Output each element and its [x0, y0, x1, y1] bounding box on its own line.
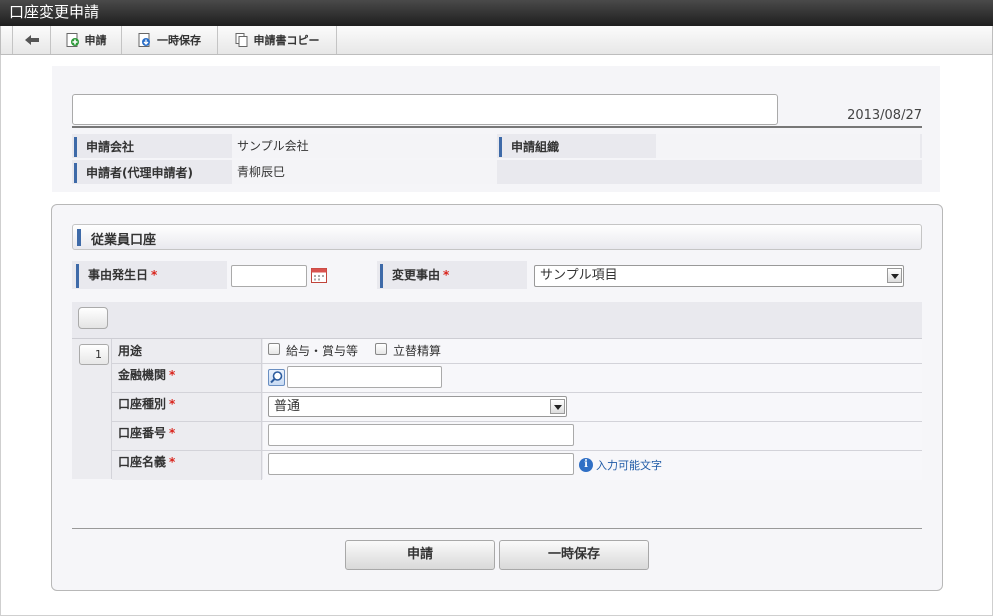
reason-label-text: 変更事由 — [392, 268, 441, 282]
copy-document-icon — [235, 33, 249, 47]
back-arrow-icon — [24, 35, 39, 45]
toolbar: 申請 一時保存 申請書コピー — [0, 26, 993, 55]
save-toolbar-label: 一時保存 — [157, 34, 201, 47]
document-save-icon — [138, 33, 152, 47]
section-accent-bar — [77, 229, 81, 246]
copy-toolbar-button[interactable]: 申請書コピー — [218, 26, 337, 54]
holder-label: 口座名義 * — [112, 451, 262, 480]
purpose-label: 用途 — [112, 339, 262, 363]
apply-button[interactable]: 申請 — [345, 540, 495, 570]
search-icon[interactable] — [268, 369, 285, 386]
account-type-select[interactable]: 普通 — [268, 396, 567, 417]
reason-select-value: サンプル項目 — [540, 268, 618, 283]
purpose-row: 用途 — [112, 339, 922, 364]
purpose-expense-checkbox[interactable] — [375, 343, 387, 355]
purpose-salary-checkbox[interactable] — [268, 343, 280, 355]
row-index-column: 1 — [72, 339, 112, 479]
org-label: 申請組織 — [499, 137, 649, 157]
account-type-value: 普通 — [274, 399, 301, 414]
row-index-button[interactable]: 1 — [79, 344, 109, 365]
window-title: 口座変更申請 — [0, 0, 993, 26]
type-label-text: 口座種別 — [118, 397, 167, 411]
required-mark: * — [151, 268, 158, 282]
number-label: 口座番号 * — [112, 422, 262, 450]
org-value — [656, 134, 920, 158]
add-row-button[interactable] — [78, 307, 108, 329]
chevron-down-icon[interactable] — [550, 399, 565, 414]
calendar-icon[interactable] — [311, 266, 327, 283]
apply-toolbar-button[interactable]: 申請 — [51, 26, 122, 54]
section-title: 従業員口座 — [91, 233, 157, 248]
footer-divider — [72, 528, 922, 529]
required-mark: * — [169, 368, 176, 382]
number-label-text: 口座番号 — [118, 426, 167, 440]
company-label: 申請会社 — [74, 137, 224, 157]
required-mark: * — [169, 426, 176, 440]
info-row-applicant: 申請者(代理申請者) 青柳辰巳 — [72, 160, 922, 184]
bank-row: 金融機関 * — [112, 364, 922, 393]
application-date: 2013/08/27 — [847, 108, 922, 123]
input-chars-link[interactable]: 入力可能文字 — [596, 457, 662, 473]
type-label: 口座種別 * — [112, 393, 262, 421]
account-number-input[interactable] — [268, 424, 574, 446]
purpose-expense-label: 立替精算 — [393, 344, 442, 358]
account-holder-input[interactable] — [268, 453, 574, 475]
reason-label: 変更事由 * — [380, 264, 528, 288]
bank-input[interactable] — [287, 366, 442, 388]
event-date-input[interactable] — [231, 265, 307, 287]
required-mark: * — [169, 455, 176, 469]
apply-toolbar-label: 申請 — [84, 34, 107, 47]
chevron-down-icon[interactable] — [887, 268, 902, 283]
info-row-company: 申請会社 サンプル会社 申請組織 — [72, 134, 922, 158]
save-button[interactable]: 一時保存 — [499, 540, 649, 570]
event-date-label-text: 事由発生日 — [88, 268, 149, 282]
section-header: 従業員口座 — [72, 224, 922, 250]
applicant-label: 申請者(代理申請者) — [74, 163, 224, 183]
applicant-value: 青柳辰巳 — [232, 160, 497, 184]
required-mark: * — [443, 268, 450, 282]
info-icon[interactable]: i — [579, 458, 593, 472]
holder-label-text: 口座名義 — [118, 455, 167, 469]
purpose-value — [263, 339, 922, 363]
company-value: サンプル会社 — [232, 134, 497, 158]
bank-label-text: 金融機関 — [118, 368, 167, 382]
application-title-input[interactable] — [72, 94, 778, 125]
copy-toolbar-label: 申請書コピー — [253, 34, 320, 47]
document-add-icon — [66, 33, 80, 47]
reason-select[interactable]: サンプル項目 — [534, 265, 904, 287]
save-toolbar-button[interactable]: 一時保存 — [122, 26, 218, 54]
bank-label: 金融機関 * — [112, 364, 262, 392]
event-date-label: 事由発生日 * — [76, 264, 224, 288]
purpose-salary-label: 給与・賞与等 — [286, 344, 359, 358]
required-mark: * — [169, 397, 176, 411]
header-divider — [72, 126, 922, 128]
back-button[interactable] — [12, 26, 51, 54]
